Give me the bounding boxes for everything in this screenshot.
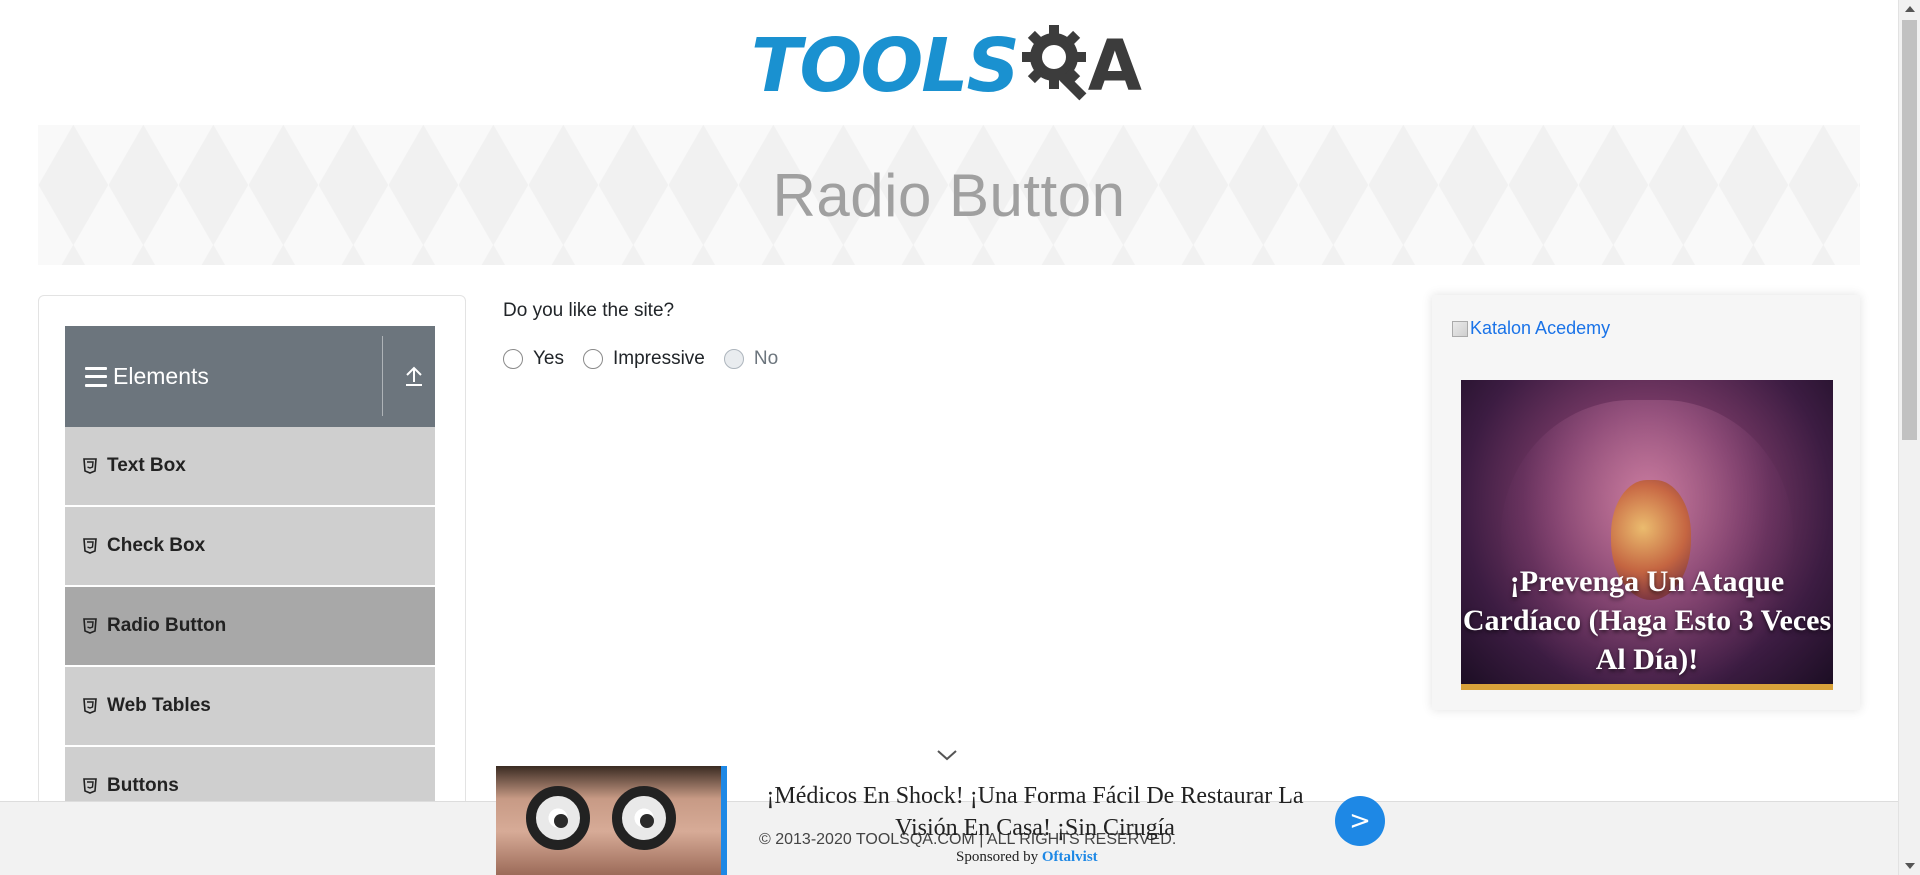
html5-icon (83, 698, 97, 714)
sidebar-item-check-box[interactable]: Check Box (65, 507, 435, 586)
ad-next-button[interactable]: > (1335, 796, 1385, 846)
sidebar-item-label: Web Tables (107, 695, 211, 716)
ad-headline[interactable]: ¡Prevenga Un Ataque Cardíaco (Haga Esto … (1461, 562, 1833, 679)
scrollbar-thumb[interactable] (1902, 20, 1917, 440)
sidebar-item-label: Check Box (107, 535, 206, 556)
sidebar-group-title: Elements (113, 363, 209, 389)
upload-arrow-icon[interactable] (403, 364, 425, 388)
html5-icon (83, 458, 97, 474)
sponsor-link[interactable]: Oftalvist (1042, 849, 1098, 865)
sidebar-item-text-box[interactable]: Text Box (65, 427, 435, 506)
right-ad-panel: Katalon Acedemy ¡Prevenga Un Ataque Card… (1432, 295, 1860, 710)
glasses-lens (612, 786, 676, 850)
sidebar-item-label: Buttons (107, 775, 179, 796)
radio-circle (723, 349, 744, 369)
scroll-down-icon[interactable] (1905, 863, 1915, 869)
html5-icon (83, 618, 97, 634)
toolsqa-logo[interactable]: TOOLS A (751, 20, 1142, 112)
broken-image-icon (1452, 320, 1468, 337)
hamburger-icon (85, 366, 107, 387)
radio-circle[interactable] (503, 349, 523, 369)
ad-accent-bar (1461, 684, 1833, 690)
gear-icon (1020, 23, 1094, 110)
chevron-down-icon[interactable] (936, 748, 958, 762)
html5-icon (83, 538, 97, 554)
scroll-up-icon[interactable] (1905, 6, 1915, 12)
logo-text-tools: TOOLS (751, 23, 1020, 109)
katalon-ad-link[interactable]: Katalon Acedemy (1452, 318, 1610, 339)
page-scrollbar[interactable] (1898, 0, 1920, 875)
bottom-ad-image[interactable] (496, 766, 727, 875)
page-title: Radio Button (772, 161, 1126, 229)
html5-icon (83, 778, 97, 794)
header-divider (382, 336, 383, 416)
sidebar: Elements Text Box Check Box Radio Button… (38, 295, 466, 875)
radio-no: No (723, 348, 779, 370)
radio-label-impressive[interactable]: Impressive (613, 348, 705, 370)
bottom-ad-headline[interactable]: ¡Médicos En Shock! ¡Una Forma Fácil De R… (740, 780, 1330, 844)
radio-circle[interactable] (583, 349, 603, 369)
radio-impressive[interactable]: Impressive (583, 348, 705, 370)
sponsored-prefix: Sponsored by (956, 849, 1039, 865)
sidebar-group-elements[interactable]: Elements (65, 326, 435, 427)
question-text: Do you like the site? (503, 300, 675, 321)
glasses-lens (526, 786, 590, 850)
logo-text-a: A (1087, 25, 1142, 107)
katalon-ad-link-text[interactable]: Katalon Acedemy (1470, 318, 1610, 339)
sidebar-item-radio-button[interactable]: Radio Button (65, 587, 435, 666)
radio-yes[interactable]: Yes (503, 348, 564, 370)
ad-image-heart[interactable]: ¡Prevenga Un Ataque Cardíaco (Haga Esto … (1461, 380, 1833, 690)
arrow-right-icon: > (1349, 806, 1371, 836)
radio-group: Yes Impressive No (503, 348, 797, 370)
radio-label-yes[interactable]: Yes (533, 348, 564, 370)
page-banner: Radio Button (38, 125, 1860, 265)
sidebar-item-label: Text Box (107, 455, 186, 476)
sidebar-item-web-tables[interactable]: Web Tables (65, 667, 435, 746)
sidebar-item-label: Radio Button (107, 615, 227, 636)
sponsored-by: Sponsored by Oftalvist (956, 849, 1098, 866)
radio-label-no: No (753, 348, 779, 369)
